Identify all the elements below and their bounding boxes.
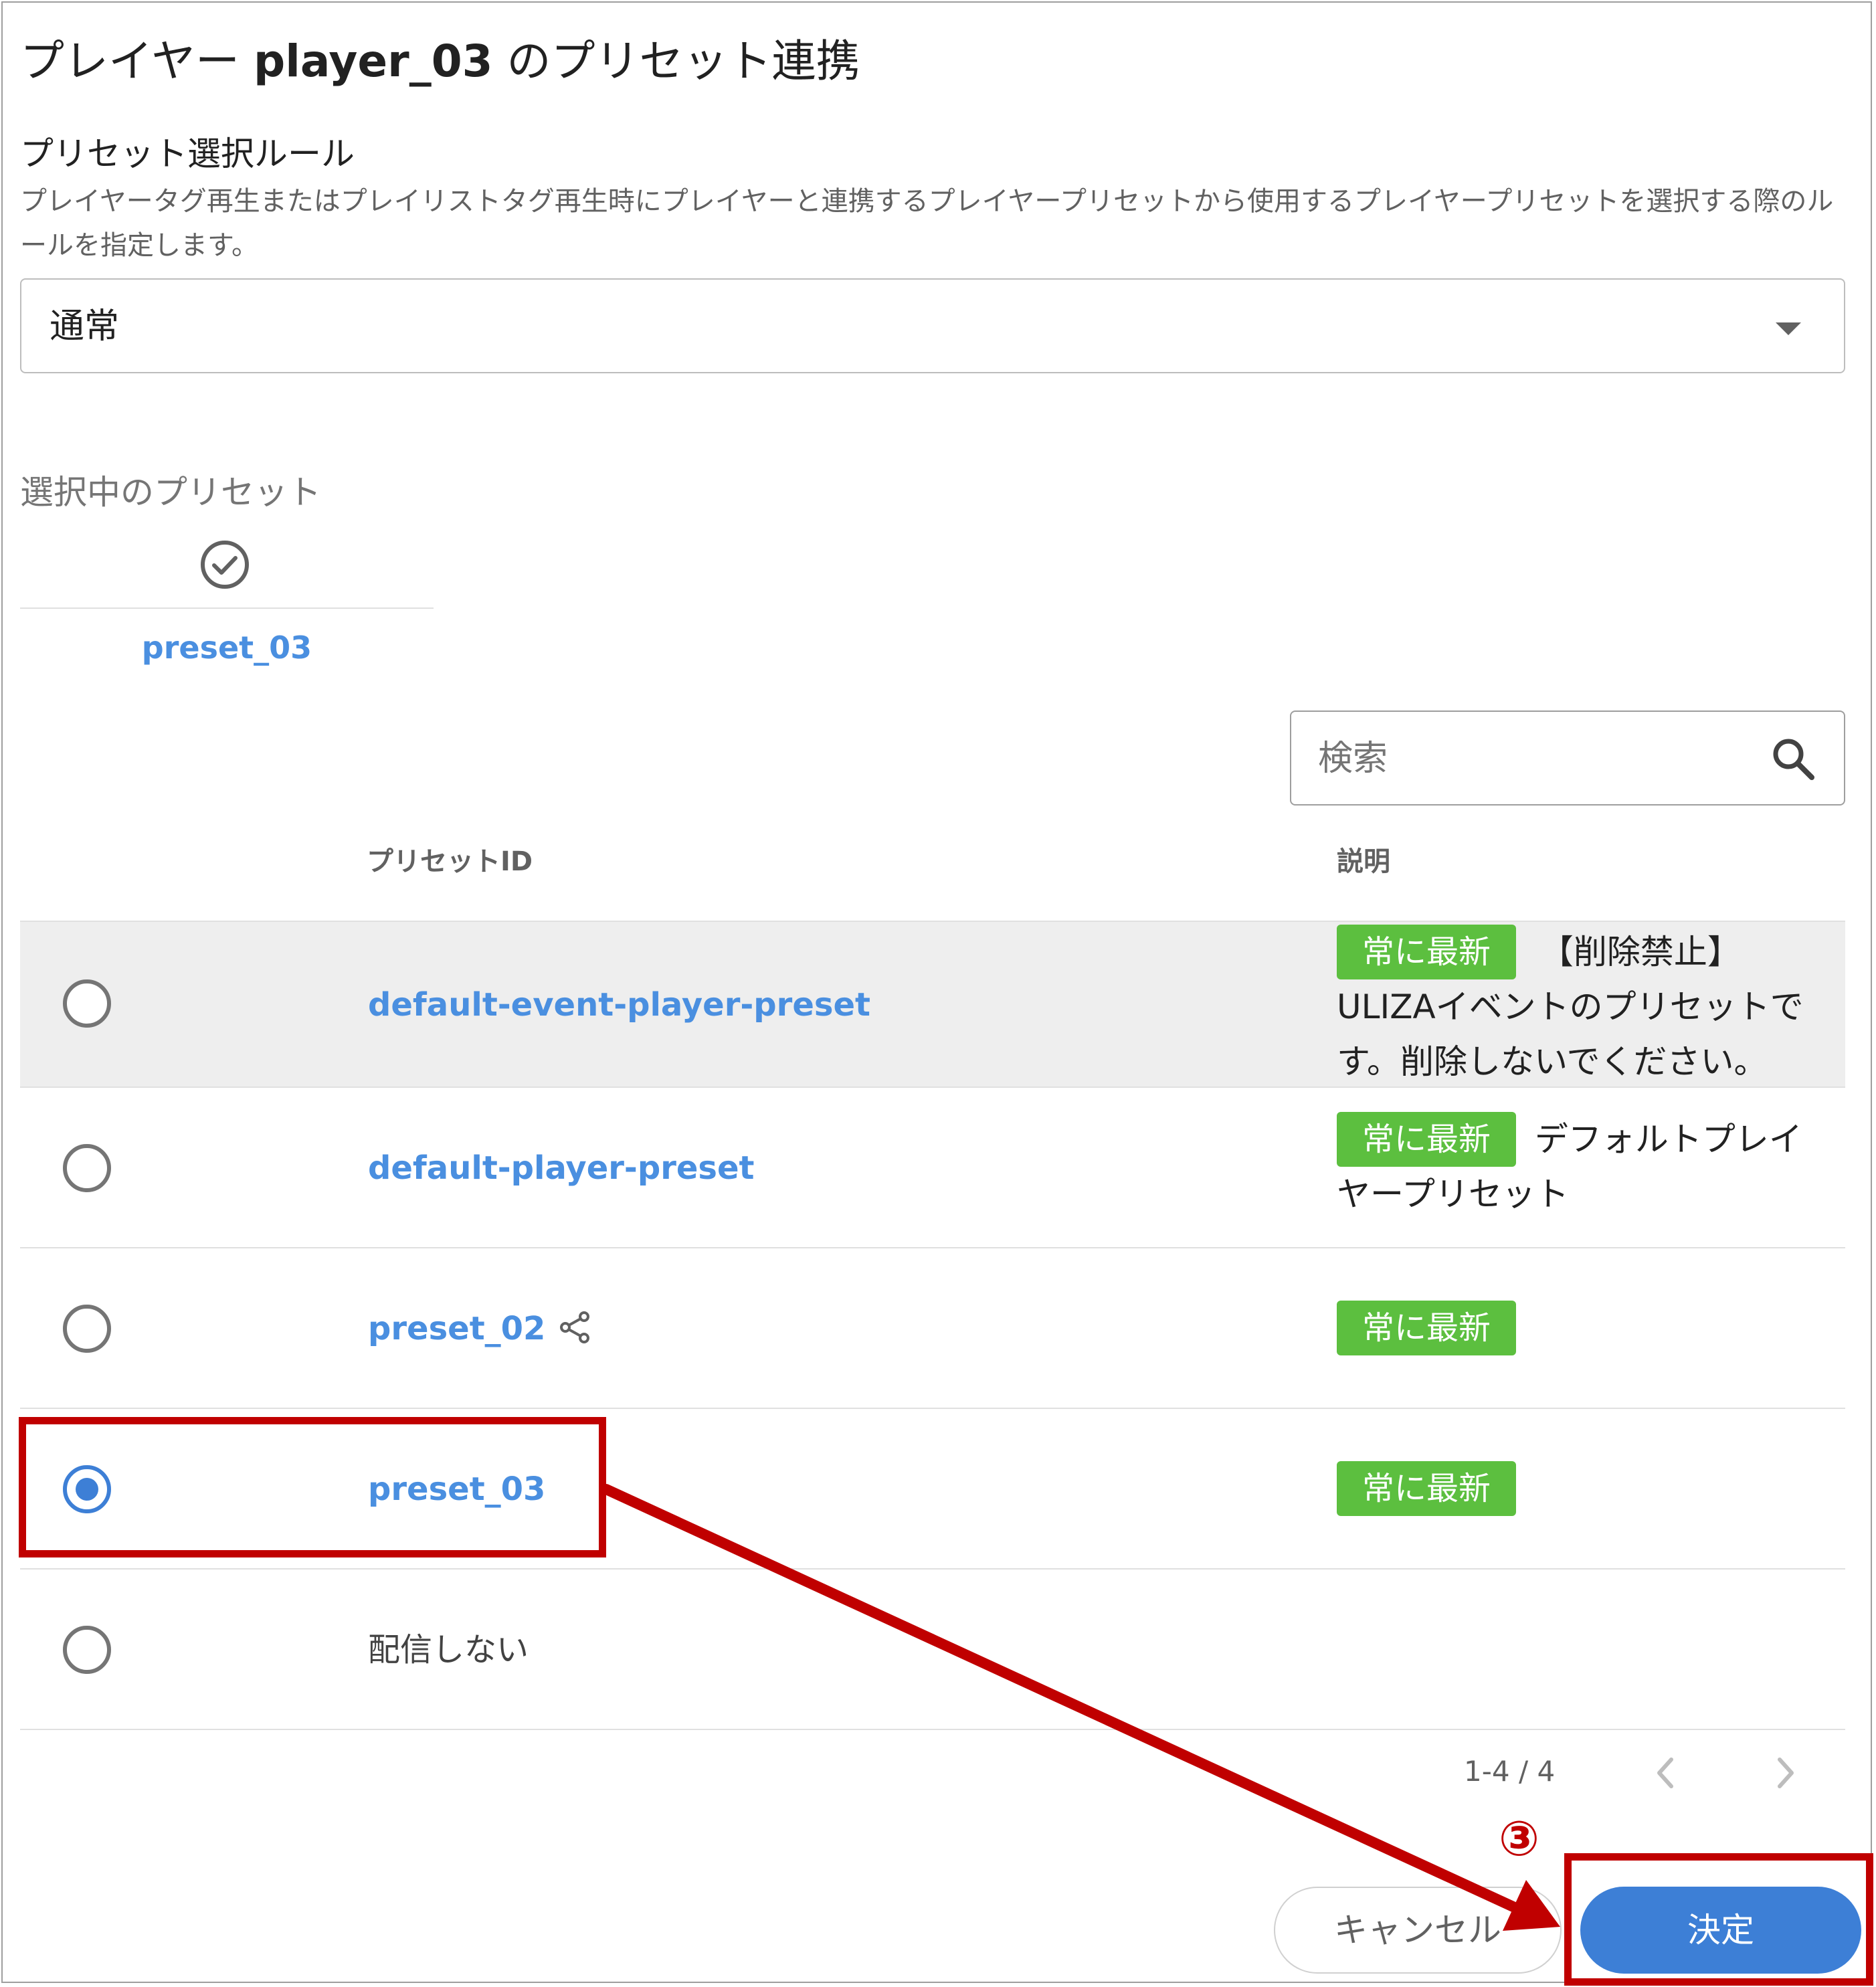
always-latest-badge: 常に最新 bbox=[1337, 1461, 1517, 1516]
radio-button[interactable] bbox=[63, 1144, 111, 1192]
always-latest-badge: 常に最新 bbox=[1337, 925, 1517, 979]
radio-button[interactable] bbox=[63, 1305, 111, 1353]
selected-preset-card: preset_03 bbox=[20, 539, 434, 673]
no-delivery-label: 配信しない bbox=[368, 1631, 529, 1669]
chevron-left-icon[interactable] bbox=[1647, 1753, 1685, 1793]
column-header-preset-id[interactable]: プリセットID bbox=[367, 840, 533, 883]
rule-label: プリセット選択ルール bbox=[20, 134, 355, 173]
chevron-right-icon[interactable] bbox=[1766, 1753, 1804, 1793]
preset-id-link[interactable]: preset_02 bbox=[368, 1305, 592, 1353]
preset-id-link[interactable]: default-player-preset bbox=[368, 1144, 755, 1192]
preset-description: 常に最新 デフォルトプレイ ヤープリセット bbox=[1337, 1112, 1832, 1222]
preset-description: 常に最新 【削除禁止】 ULIZAイベントのプリセットです。削除しないでください… bbox=[1337, 925, 1832, 1089]
cancel-button[interactable]: キャンセル bbox=[1274, 1887, 1562, 1974]
radio-button[interactable] bbox=[63, 1626, 111, 1674]
dialog-title: プレイヤー player_03 のプリセット連携 bbox=[20, 35, 860, 87]
search-icon[interactable] bbox=[1769, 735, 1817, 783]
share-icon bbox=[560, 1311, 590, 1343]
table-row[interactable]: default-event-player-preset 常に最新 【削除禁止】 … bbox=[20, 922, 1845, 1088]
rule-select-value: 通常 bbox=[50, 306, 120, 347]
description-text: 【削除禁止】 bbox=[1539, 933, 1741, 971]
table-row[interactable]: 配信しない bbox=[20, 1570, 1845, 1730]
annotation-highlight-confirm bbox=[1564, 1853, 1873, 1986]
always-latest-badge: 常に最新 bbox=[1337, 1301, 1517, 1355]
annotation-step-number: ③ bbox=[1499, 1810, 1539, 1867]
annotation-highlight-preset bbox=[19, 1417, 606, 1557]
selected-preset-divider bbox=[20, 607, 434, 609]
rule-description: プレイヤータグ再生またはプレイリストタグ再生時にプレイヤーと連携するプレイヤープ… bbox=[20, 186, 1834, 261]
description-text: デフォルトプレイ bbox=[1534, 1120, 1802, 1159]
table-row[interactable]: preset_02 常に最新 bbox=[20, 1248, 1845, 1409]
pagination-range: 1-4 / 4 bbox=[1464, 1755, 1556, 1788]
preset-id-link[interactable]: default-event-player-preset bbox=[368, 981, 870, 1029]
always-latest-badge: 常に最新 bbox=[1337, 1112, 1517, 1167]
selected-preset-heading: 選択中のプリセット bbox=[20, 473, 321, 512]
selected-preset-name[interactable]: preset_03 bbox=[20, 624, 434, 672]
caret-down-icon bbox=[1776, 322, 1801, 335]
description-text: ヤープリセット bbox=[1337, 1175, 1569, 1214]
column-header-description: 説明 bbox=[1337, 846, 1390, 877]
description-text: ULIZAイベントのプリセットです。削除しないでください。 bbox=[1337, 987, 1804, 1081]
search-input[interactable] bbox=[1318, 732, 1746, 785]
search-box bbox=[1290, 711, 1845, 806]
radio-button[interactable] bbox=[63, 979, 111, 1028]
table-row[interactable]: default-player-preset 常に最新 デフォルトプレイ ヤープリ… bbox=[20, 1088, 1845, 1248]
check-circle-icon bbox=[201, 541, 249, 589]
rule-select[interactable]: 通常 bbox=[20, 278, 1845, 373]
